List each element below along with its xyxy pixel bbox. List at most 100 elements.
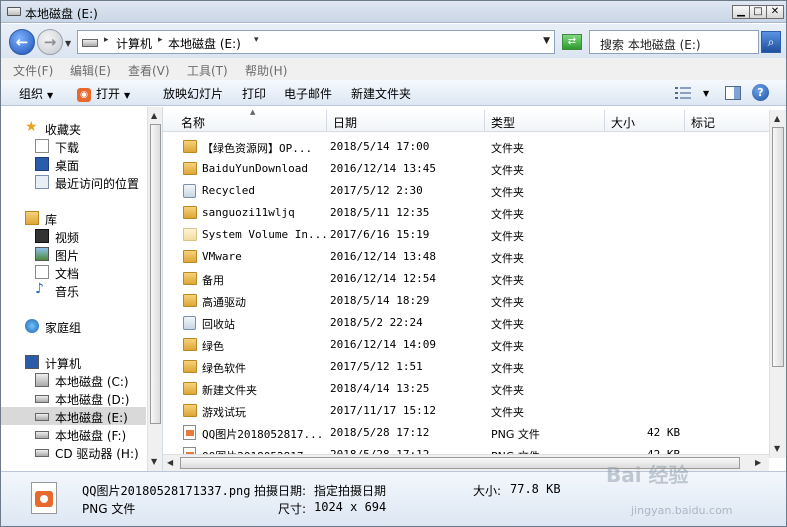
back-button[interactable]: ← <box>9 29 35 55</box>
nav-drive-e[interactable]: 本地磁盘 (E:) <box>1 407 146 425</box>
search-icon[interactable]: ⌕ <box>761 31 781 53</box>
column-name[interactable]: ▲ 名称 <box>175 108 327 132</box>
print-button[interactable]: 打印 <box>242 85 266 102</box>
nav-videos[interactable]: 视频 <box>1 227 146 245</box>
nav-music[interactable]: ♪ 音乐 <box>1 281 146 299</box>
nav-label: 视频 <box>55 231 80 245</box>
refresh-button[interactable]: ⇄ <box>562 34 582 50</box>
nav-favorites[interactable]: ★ 收藏夹 <box>1 119 146 137</box>
file-row[interactable]: 游戏试玩 2017/11/17 15:12 文件夹 <box>175 400 769 422</box>
search-input[interactable]: 搜索 本地磁盘 (E:) <box>589 30 759 54</box>
nav-downloads[interactable]: 下载 <box>1 137 146 155</box>
column-tags[interactable]: 标记 <box>685 110 769 132</box>
file-row[interactable]: 绿色 2016/12/14 14:09 文件夹 <box>175 334 769 356</box>
view-options-chevron-icon[interactable]: ▼ <box>703 89 709 98</box>
folder-icon <box>183 250 197 263</box>
nav-label: 本地磁盘 (C:) <box>55 375 129 389</box>
folder-icon <box>183 140 197 153</box>
menu-file[interactable]: 文件(F) <box>13 62 53 79</box>
close-button[interactable]: ✕ <box>766 5 784 19</box>
nav-label: 最近访问的位置 <box>55 177 140 191</box>
file-row[interactable]: Recycled 2017/5/12 2:30 文件夹 <box>175 180 769 202</box>
file-name: 绿色软件 <box>202 362 246 375</box>
minimize-button[interactable]: ▁ <box>732 5 750 19</box>
preview-pane-icon[interactable] <box>725 86 741 100</box>
address-dropdown-icon[interactable]: ▼ <box>543 36 550 46</box>
column-size[interactable]: 大小 <box>605 110 685 132</box>
nav-pictures[interactable]: 图片 <box>1 245 146 263</box>
nav-computer[interactable]: 计算机 <box>1 353 146 371</box>
nav-recent[interactable]: 最近访问的位置 <box>1 173 146 191</box>
address-bar[interactable]: ▸ 计算机 ▸ 本地磁盘 (E:) ▾ ▼ <box>77 30 555 54</box>
file-type: 文件夹 <box>491 340 524 353</box>
drive-icon <box>7 7 21 16</box>
nav-drive-h[interactable]: CD 驱动器 (H:) <box>1 443 146 461</box>
nav-drive-d[interactable]: 本地磁盘 (D:) <box>1 389 146 407</box>
star-icon: ★ <box>25 119 38 135</box>
breadcrumb-drive-e[interactable]: 本地磁盘 (E:) <box>168 35 241 52</box>
nav-libraries[interactable]: 库 <box>1 209 146 227</box>
email-button[interactable]: 电子邮件 <box>284 85 332 102</box>
details-date-value[interactable]: 指定拍摄日期 <box>314 482 386 499</box>
nav-documents[interactable]: 文档 <box>1 263 146 281</box>
change-view-icon[interactable] <box>675 87 691 99</box>
chevron-right-icon[interactable]: ▸ <box>158 35 163 45</box>
file-type: 文件夹 <box>491 296 524 309</box>
chevron-right-icon[interactable]: ▸ <box>104 35 109 45</box>
chevron-down-icon[interactable]: ▾ <box>254 35 259 45</box>
column-date[interactable]: 日期 <box>327 110 485 132</box>
nav-drive-c[interactable]: 本地磁盘 (C:) <box>1 371 146 389</box>
file-row[interactable]: System Volume In... 2017/6/16 15:19 文件夹 <box>175 224 769 246</box>
chevron-down-icon: ▼ <box>124 91 131 100</box>
nav-label: 家庭组 <box>45 321 82 335</box>
folder-icon <box>183 382 197 395</box>
scroll-down-icon[interactable]: ▼ <box>774 444 780 453</box>
file-row[interactable]: sanguozi11wljq 2018/5/11 12:35 文件夹 <box>175 202 769 224</box>
file-list: ▲ 名称 日期 类型 大小 标记 【绿色资源网】OP... 2018/5/14 1… <box>163 107 786 471</box>
scroll-right-icon[interactable]: ▶ <box>755 458 761 467</box>
file-date: 2016/12/14 12:54 <box>330 272 436 285</box>
details-date-label: 拍摄日期: <box>254 484 307 498</box>
file-list-scrollbar[interactable]: ▲ ▼ <box>769 110 786 458</box>
title-bar[interactable]: 本地磁盘 (E:) ▁ □ ✕ <box>1 1 786 23</box>
organize-button[interactable]: 组织 ▼ <box>19 85 53 102</box>
file-row[interactable]: 回收站 2018/5/2 22:24 文件夹 <box>175 312 769 334</box>
file-row[interactable]: 绿色软件 2017/5/12 1:51 文件夹 <box>175 356 769 378</box>
slideshow-button[interactable]: 放映幻灯片 <box>163 85 223 102</box>
menu-tools[interactable]: 工具(T) <box>187 62 228 79</box>
file-row[interactable]: 【绿色资源网】OP... 2018/5/14 17:00 文件夹 <box>175 136 769 158</box>
recent-pages-chevron-icon[interactable]: ▼ <box>65 39 71 48</box>
open-button[interactable]: ◉ 打开 ▼ <box>77 85 130 102</box>
nav-desktop[interactable]: 桌面 <box>1 155 146 173</box>
file-row[interactable]: BaiduYunDownload 2016/12/14 13:45 文件夹 <box>175 158 769 180</box>
scrollbar-thumb[interactable] <box>772 127 784 367</box>
nav-homegroup[interactable]: 家庭组 <box>1 317 146 335</box>
menu-help[interactable]: 帮助(H) <box>245 62 287 79</box>
search-placeholder: 搜索 本地磁盘 (E:) <box>600 38 701 52</box>
file-row[interactable]: 高通驱动 2018/5/14 18:29 文件夹 <box>175 290 769 312</box>
homegroup-icon <box>25 319 39 333</box>
file-row[interactable]: QQ图片2018052817... 2018/5/28 17:12 PNG 文件 42… <box>175 422 769 444</box>
file-size: 42 KB <box>647 426 681 439</box>
scrollbar-thumb[interactable] <box>150 124 161 424</box>
breadcrumb-computer[interactable]: 计算机 <box>116 35 152 52</box>
command-bar: 组织 ▼ ◉ 打开 ▼ 放映幻灯片 打印 电子邮件 新建文件夹 ▼ ? <box>1 80 786 106</box>
new-folder-button[interactable]: 新建文件夹 <box>351 85 411 102</box>
scroll-up-icon[interactable]: ▲ <box>774 114 780 123</box>
column-type[interactable]: 类型 <box>485 110 605 132</box>
nav-scrollbar[interactable]: ▲ ▼ <box>147 107 162 471</box>
open-label: 打开 <box>96 87 121 101</box>
file-row[interactable]: 备用 2016/12/14 12:54 文件夹 <box>175 268 769 290</box>
menu-view[interactable]: 查看(V) <box>128 62 170 79</box>
maximize-button[interactable]: □ <box>749 5 767 19</box>
file-row[interactable]: 新建文件夹 2018/4/14 13:25 文件夹 <box>175 378 769 400</box>
file-row[interactable]: VMware 2016/12/14 13:48 文件夹 <box>175 246 769 268</box>
nav-drive-f[interactable]: 本地磁盘 (F:) <box>1 425 146 443</box>
scroll-up-icon[interactable]: ▲ <box>151 111 157 120</box>
nav-label: 图片 <box>55 249 80 263</box>
scroll-down-icon[interactable]: ▼ <box>151 457 157 466</box>
scroll-left-icon[interactable]: ◀ <box>167 458 173 467</box>
forward-button[interactable]: → <box>37 29 63 55</box>
help-icon[interactable]: ? <box>752 84 769 101</box>
menu-edit[interactable]: 编辑(E) <box>70 62 111 79</box>
